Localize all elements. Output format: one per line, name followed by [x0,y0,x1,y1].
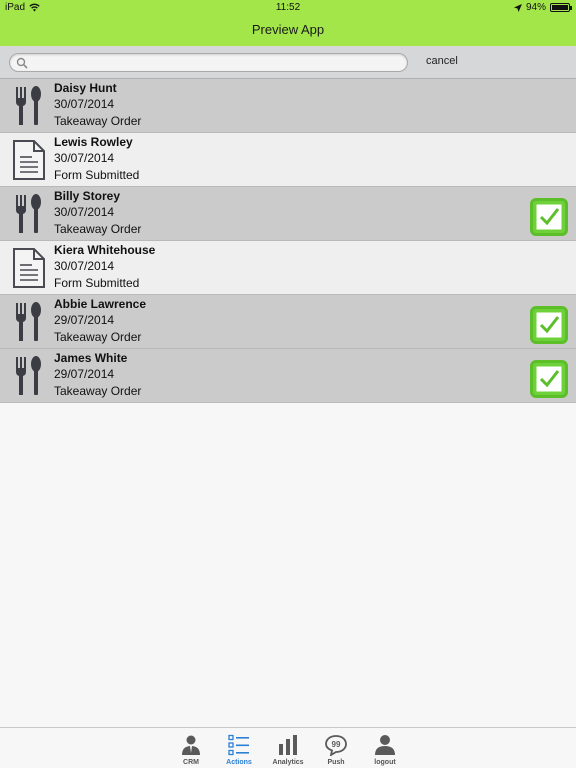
tab-label: Push [327,759,345,766]
item-name: Lewis Rowley [54,135,133,149]
tab-label: CRM [183,759,199,766]
status-bar: iPad 11:52 94% [0,0,576,16]
person-suit-icon [180,734,202,756]
tab-crm[interactable]: CRM [167,734,215,768]
battery-icon [550,3,572,12]
item-date: 30/07/2014 [54,151,115,165]
checkmark-icon[interactable] [530,360,568,398]
search-field[interactable] [9,53,408,72]
speech-bubble-icon: 99 [325,734,347,757]
item-type: Takeaway Order [54,222,142,236]
item-name: Kiera Whitehouse [54,243,156,257]
person-icon [374,734,396,756]
item-type: Form Submitted [54,168,140,182]
svg-text:99: 99 [332,740,341,749]
list-item[interactable]: Kiera Whitehouse 30/07/2014 Form Submitted [0,241,576,295]
tab-bar: CRM Actions Analytics 99 Push logout [0,727,576,768]
cancel-button[interactable]: cancel [426,55,458,67]
item-name: James White [54,351,128,365]
item-date: 29/07/2014 [54,313,115,327]
search-bar: cancel [0,46,576,79]
page-title: Preview App [251,22,325,37]
document-icon [12,247,46,289]
tab-label: logout [374,759,396,766]
document-icon [12,139,46,181]
item-name: Abbie Lawrence [54,297,147,311]
location-arrow-icon [513,3,522,12]
item-name: Daisy Hunt [54,81,117,95]
list-item[interactable]: Lewis Rowley 30/07/2014 Form Submitted [0,133,576,187]
tab-label: Analytics [272,759,304,766]
item-date: 30/07/2014 [54,205,115,219]
cutlery-icon [12,301,46,343]
item-name: Billy Storey [54,189,121,203]
item-type: Takeaway Order [54,330,142,344]
tab-actions[interactable]: Actions [215,734,263,768]
battery-percent: 94% [525,2,546,13]
item-type: Form Submitted [54,276,140,290]
search-input[interactable] [32,55,402,70]
cutlery-icon [12,193,46,235]
bar-chart-icon [277,734,299,756]
list-item[interactable]: James White 29/07/2014 Takeaway Order [0,349,576,403]
search-icon [16,57,28,69]
cutlery-icon [12,85,46,127]
list-item[interactable]: Abbie Lawrence 29/07/2014 Takeaway Order [0,295,576,349]
cutlery-icon [12,355,46,397]
list-item[interactable]: Daisy Hunt 30/07/2014 Takeaway Order [0,79,576,133]
status-right: 94% [513,2,572,13]
item-type: Takeaway Order [54,384,142,398]
tab-push[interactable]: 99 Push [312,734,360,768]
tab-label: Actions [226,759,252,766]
checkmark-icon[interactable] [530,198,568,236]
tab-logout[interactable]: logout [361,734,409,768]
item-date: 29/07/2014 [54,367,115,381]
list-icon [228,734,250,756]
navigation-bar: Preview App [0,16,576,46]
item-type: Takeaway Order [54,114,142,128]
list-item[interactable]: Billy Storey 30/07/2014 Takeaway Order [0,187,576,241]
status-time: 11:52 [275,2,301,13]
actions-list: Daisy Hunt 30/07/2014 Takeaway Order Lewis … [0,79,576,403]
checkmark-icon[interactable] [530,306,568,344]
item-date: 30/07/2014 [54,97,115,111]
item-date: 30/07/2014 [54,259,115,273]
tab-analytics[interactable]: Analytics [264,734,312,768]
